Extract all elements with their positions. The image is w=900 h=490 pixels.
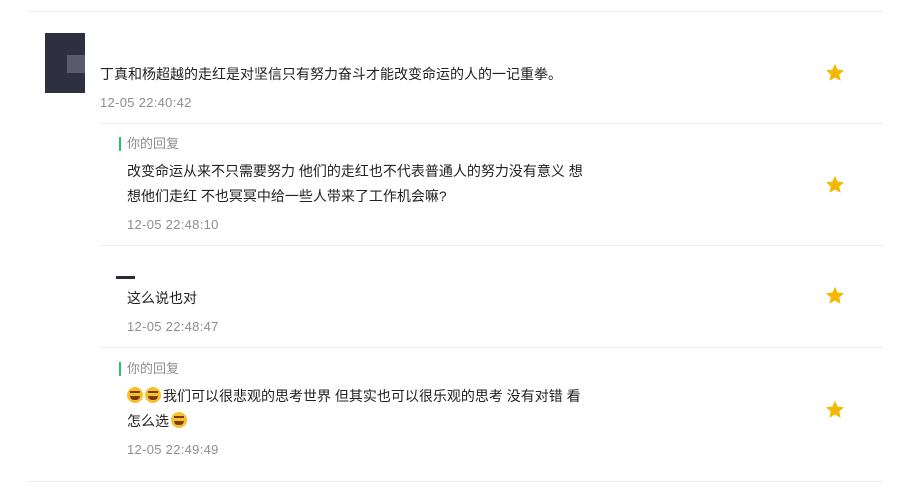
username-placeholder: [116, 276, 135, 279]
reply-label: 你的回复: [119, 136, 179, 152]
avatar-image: [67, 55, 85, 73]
reply-text-line2: 想他们走红 不也冥冥中给一些人带来了工作机会嘛?: [127, 188, 447, 204]
divider: [100, 347, 883, 348]
top-divider: [28, 11, 883, 12]
grinning-emoji-icon: [127, 387, 143, 403]
reply-label: 你的回复: [119, 361, 179, 377]
grinning-emoji-icon: [145, 387, 161, 403]
star-icon[interactable]: [824, 62, 846, 84]
avatar[interactable]: [45, 33, 85, 93]
reply-text-line1: 改变命运从来不只需要努力 他们的走红也不代表普通人的努力没有意义 想: [127, 163, 583, 179]
divider: [100, 123, 883, 124]
smiling-emoji-icon: [171, 412, 187, 428]
comment-time: 12-05 22:40:42: [100, 95, 192, 110]
divider: [100, 245, 883, 246]
bottom-divider: [28, 481, 883, 482]
star-icon[interactable]: [824, 174, 846, 196]
comment-text: 丁真和杨超越的走红是对坚信只有努力奋斗才能改变命运的人的一记重拳。: [100, 66, 562, 82]
reply-time: 12-05 22:49:49: [127, 442, 219, 457]
reply-text-line2-wrap: 怎么选: [127, 410, 189, 432]
reply-text-line2: 怎么选: [127, 413, 169, 429]
reply-text: 这么说也对: [127, 290, 197, 306]
star-icon[interactable]: [824, 285, 846, 307]
star-icon[interactable]: [824, 399, 846, 421]
reply-text-line1: 我们可以很悲观的思考世界 但其实也可以很乐观的思考 没有对错 看: [163, 388, 581, 404]
reply-text-line1-wrap: 我们可以很悲观的思考世界 但其实也可以很乐观的思考 没有对错 看: [127, 385, 581, 407]
reply-time: 12-05 22:48:47: [127, 319, 219, 334]
reply-time: 12-05 22:48:10: [127, 217, 219, 232]
